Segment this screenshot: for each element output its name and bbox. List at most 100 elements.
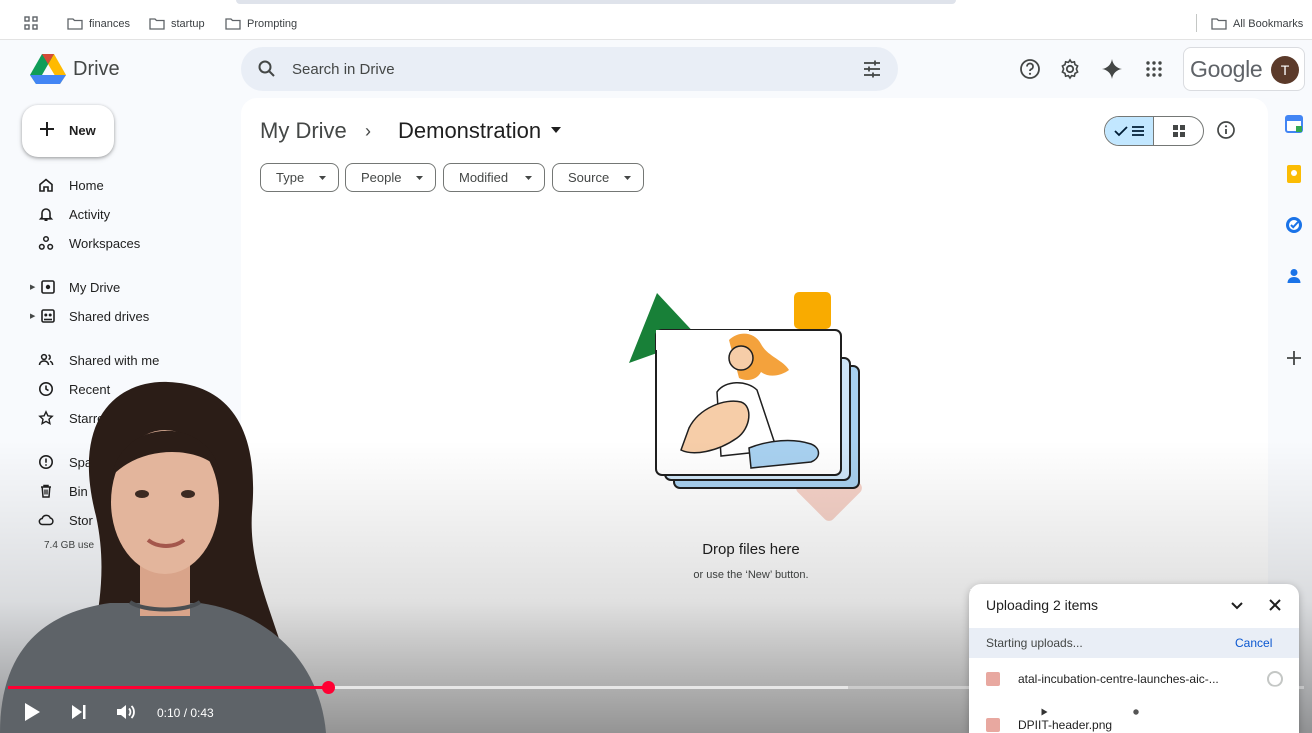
folder-icon (149, 18, 165, 30)
gemini-sparkle-icon[interactable] (1100, 57, 1124, 81)
all-bookmarks-label: All Bookmarks (1233, 18, 1304, 30)
theater-mode-icon (1220, 705, 1244, 719)
upload-status-text: Starting uploads... (986, 636, 1083, 650)
autoplay-toggle-icon (1021, 704, 1052, 720)
app-name: Drive (73, 58, 120, 80)
filter-modified-chip[interactable]: Modified (443, 163, 545, 192)
bookmarks-divider (1196, 14, 1197, 32)
miniplayer-button[interactable] (1172, 700, 1196, 724)
close-icon[interactable] (1267, 597, 1283, 613)
expand-caret-icon[interactable]: ▶ (30, 312, 38, 320)
list-view-button[interactable] (1105, 117, 1154, 145)
upload-status-row: Starting uploads... Cancel (969, 628, 1299, 658)
list-icon (1131, 126, 1144, 136)
bookmark-label: startup (171, 18, 205, 30)
workspaces-icon (38, 235, 54, 250)
bookmark-finances[interactable]: finances (67, 16, 130, 32)
empty-folder-illustration (629, 292, 862, 521)
presenter-video-overlay (0, 381, 326, 733)
upload-file-name: atal-incubation-centre-launches-aic-... (1018, 672, 1219, 686)
bookmark-startup[interactable]: startup (149, 16, 205, 32)
contacts-icon[interactable] (1284, 266, 1304, 286)
video-settings-button[interactable] (1124, 700, 1148, 724)
image-file-icon (986, 672, 1000, 686)
closed-captions-icon (1077, 704, 1099, 720)
search-options-icon[interactable] (862, 59, 882, 79)
grid-view-button[interactable] (1154, 117, 1203, 145)
address-bar-edge (236, 0, 956, 4)
sidebar-item-workspaces[interactable]: Workspaces (30, 232, 230, 254)
search-input[interactable]: Search in Drive (292, 61, 395, 78)
bookmark-label: Prompting (247, 18, 298, 30)
search-bar[interactable]: Search in Drive (241, 47, 898, 91)
upload-title: Uploading 2 items (986, 597, 1099, 613)
next-button[interactable] (67, 700, 91, 724)
video-played-bar (8, 686, 329, 689)
settings-gear-icon[interactable] (1058, 57, 1082, 81)
bookmark-label: finances (89, 18, 130, 30)
folder-icon (1211, 18, 1227, 30)
chevron-down-icon (624, 176, 631, 180)
filter-people-chip[interactable]: People (345, 163, 436, 192)
filter-label: Source (568, 170, 610, 185)
google-account-box[interactable]: Google T (1183, 47, 1305, 91)
all-bookmarks[interactable]: All Bookmarks (1211, 16, 1303, 32)
theater-mode-button[interactable] (1220, 700, 1244, 724)
sidebar-item-shared-drives[interactable]: ▶ Shared drives (30, 305, 230, 327)
fullscreen-button[interactable] (1268, 700, 1292, 724)
folder-icon (67, 18, 83, 30)
sidebar-item-home[interactable]: Home (30, 174, 230, 196)
upload-cancel-button[interactable]: Cancel (1235, 636, 1272, 650)
filter-type-chip[interactable]: Type (260, 163, 339, 192)
home-icon (39, 178, 53, 192)
shared-drives-icon (41, 309, 55, 323)
new-button-label: New (69, 123, 96, 138)
folder-menu-caret-icon[interactable] (551, 127, 561, 133)
breadcrumb-chevron-icon: › (365, 121, 371, 141)
check-icon (1113, 126, 1128, 137)
chevron-down-icon[interactable] (1229, 597, 1245, 613)
captions-button[interactable] (1076, 700, 1100, 724)
bookmark-prompting[interactable]: Prompting (225, 16, 297, 32)
breadcrumb-my-drive[interactable]: My Drive (260, 118, 347, 144)
my-drive-icon (41, 280, 55, 294)
search-icon[interactable] (257, 59, 277, 79)
grid-icon (1173, 125, 1185, 137)
miniplayer-icon (1173, 703, 1195, 721)
view-toggle (1104, 116, 1204, 146)
screen: finances startup Prompting All Bookmarks… (0, 0, 1312, 733)
help-icon[interactable] (1018, 57, 1042, 81)
sidebar-item-activity[interactable]: Activity (30, 203, 230, 225)
sidebar-item-my-drive[interactable]: ▶ My Drive (30, 276, 230, 298)
expand-caret-icon[interactable]: ▶ (30, 283, 38, 291)
breadcrumb-current-folder[interactable]: Demonstration (398, 118, 541, 144)
folder-icon (225, 18, 241, 30)
empty-state-subtitle: or use the ‘New’ button. (693, 569, 809, 581)
avatar[interactable]: T (1271, 56, 1299, 84)
plus-icon (40, 122, 54, 136)
drive-logo-icon[interactable] (30, 54, 66, 84)
sidebar-item-shared-with-me[interactable]: Shared with me (30, 349, 230, 371)
chevron-down-icon (525, 176, 532, 180)
filter-source-chip[interactable]: Source (552, 163, 644, 192)
tasks-icon[interactable] (1284, 215, 1304, 235)
bookmarks-bar: finances startup Prompting All Bookmarks (0, 0, 1312, 40)
bell-icon (38, 208, 54, 221)
add-addon-icon[interactable] (1284, 348, 1304, 368)
calendar-icon[interactable] (1284, 114, 1304, 134)
filter-label: Modified (459, 170, 509, 185)
google-apps-icon[interactable] (1142, 57, 1166, 81)
volume-icon (117, 705, 135, 719)
new-button[interactable]: New (22, 105, 114, 157)
fullscreen-icon (1271, 703, 1289, 721)
video-time: 0:10 / 0:43 (157, 706, 214, 720)
keep-icon[interactable] (1284, 164, 1304, 184)
volume-button[interactable] (114, 700, 138, 724)
play-button[interactable] (20, 700, 44, 724)
sidebar-item-label: Shared with me (69, 353, 160, 368)
info-icon[interactable] (1216, 120, 1236, 140)
sidebar-item-label: Workspaces (69, 236, 141, 251)
autoplay-toggle[interactable] (1020, 700, 1056, 724)
apps-grid-icon[interactable] (24, 16, 38, 30)
filter-label: People (361, 170, 402, 185)
